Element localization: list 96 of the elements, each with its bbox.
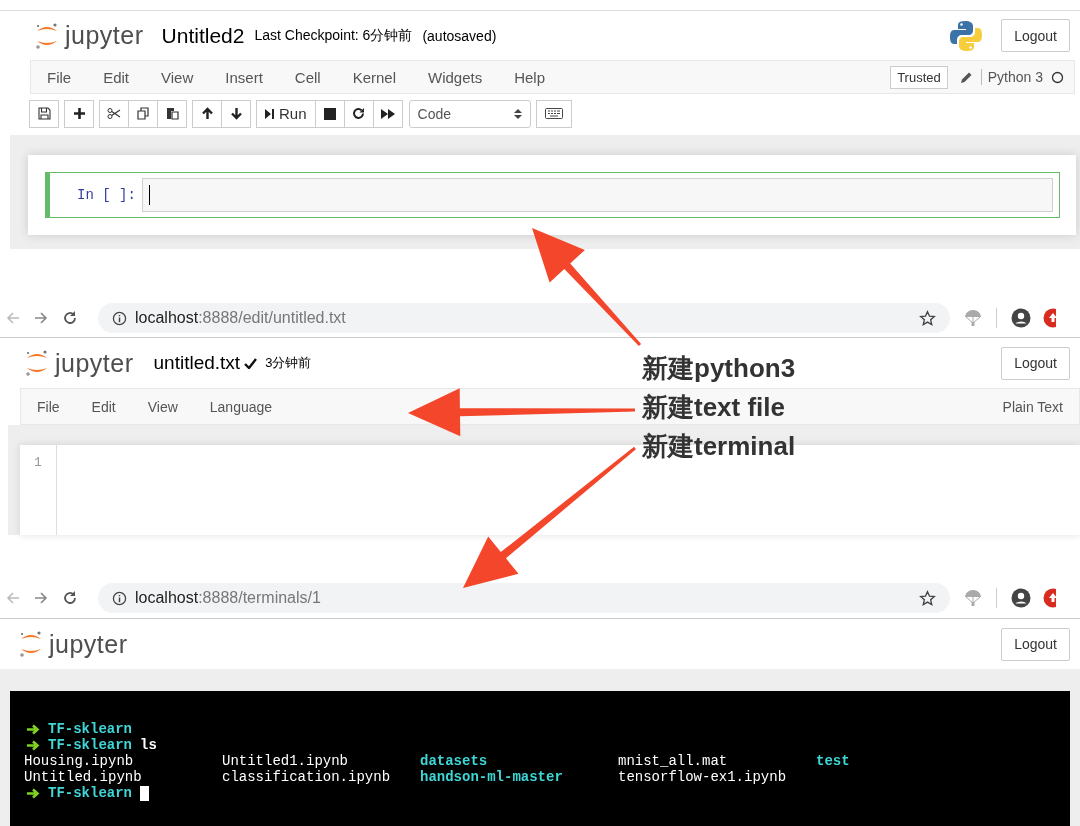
menu-item[interactable]: File: [47, 68, 72, 86]
forward-icon[interactable]: [34, 591, 48, 605]
move-up-button[interactable]: [192, 99, 222, 128]
account-icon[interactable]: [1011, 308, 1031, 328]
menu-item[interactable]: Language: [209, 398, 273, 415]
cell-type-dropdown[interactable]: Code: [408, 99, 531, 128]
logout-button[interactable]: Logout: [1001, 627, 1070, 661]
info-icon: [112, 310, 127, 326]
restart-icon: [352, 107, 366, 120]
kernel-idle-icon: [1051, 70, 1064, 84]
keyboard-shortcuts-button[interactable]: [535, 99, 572, 128]
step-icon: [265, 107, 275, 120]
trusted-indicator[interactable]: Trusted: [890, 65, 948, 89]
language-mode[interactable]: Plain Text: [1002, 398, 1063, 415]
stop-button[interactable]: [314, 99, 345, 128]
notebook-title[interactable]: Untitled2: [161, 23, 245, 48]
menu-item[interactable]: Cell: [294, 68, 321, 86]
arrow-up-icon: [200, 107, 214, 120]
fast-forward-button[interactable]: [372, 99, 403, 128]
kernel-name: Python 3: [980, 69, 1043, 85]
file-title[interactable]: untitled.txt: [153, 352, 241, 374]
forward-icon[interactable]: [34, 311, 48, 325]
file-name: mnist_all.mat: [618, 753, 729, 769]
add-cell-button[interactable]: [64, 99, 94, 128]
url-text: localhost:8888/edit/untitled.txt: [135, 309, 347, 327]
prompt-arrow-icon: [26, 723, 40, 735]
menu-item[interactable]: Edit: [91, 398, 116, 415]
line-number: 1: [34, 455, 42, 470]
autosave-status: (autosaved): [422, 27, 497, 44]
dropdown-arrows-icon: [513, 107, 522, 120]
menu-item[interactable]: Edit: [103, 68, 130, 86]
menu-item[interactable]: Widgets: [428, 68, 483, 86]
checkpoint-text: Last Checkpoint: 6分钟前: [254, 26, 413, 45]
check-icon: [244, 357, 258, 369]
paste-button[interactable]: [157, 99, 187, 128]
menu-item[interactable]: Kernel: [352, 68, 396, 86]
file-name: Housing.ipynb: [24, 753, 135, 769]
save-icon: [37, 107, 51, 120]
run-button[interactable]: Run: [256, 99, 316, 128]
logout-button[interactable]: Logout: [1001, 19, 1070, 52]
reload-icon[interactable]: [62, 310, 78, 326]
copy-icon: [136, 107, 150, 120]
extension-icon[interactable]: [1043, 308, 1056, 328]
address-bar[interactable]: localhost:8888/terminals/1: [98, 583, 950, 613]
paste-icon: [165, 107, 179, 120]
star-icon[interactable]: [919, 589, 936, 607]
directory-name: test: [816, 753, 851, 769]
prompt-directory: TF-sklearn: [48, 721, 132, 737]
code-input-field[interactable]: [141, 178, 1053, 212]
cut-button[interactable]: [99, 99, 129, 128]
menu-item[interactable]: File: [37, 398, 60, 415]
code-cell[interactable]: In [ ]:: [45, 172, 1060, 218]
directory-name: datasets: [420, 753, 489, 769]
restart-button[interactable]: [343, 99, 374, 128]
annotation-label: 新建text file: [642, 391, 787, 424]
file-name: tensorflow-ex1.ipynb: [618, 769, 788, 785]
prompt-arrow-icon: [26, 739, 40, 751]
extension-icon[interactable]: [1043, 588, 1056, 608]
text-cursor: [148, 185, 150, 205]
file-name: Untitled.ipynb: [24, 769, 143, 785]
scissors-icon: [107, 107, 121, 120]
account-icon[interactable]: [1011, 588, 1031, 608]
jupyter-logo-text: jupyter: [55, 348, 134, 378]
menu-item[interactable]: Insert: [225, 68, 263, 86]
plus-icon: [72, 107, 86, 120]
file-name: Untitled1.ipynb: [222, 753, 350, 769]
jupyter-logo-text: jupyter: [65, 21, 144, 50]
prompt-directory: TF-sklearn: [48, 737, 132, 753]
copy-button[interactable]: [128, 99, 158, 128]
terminal-command: ls: [140, 737, 157, 753]
star-icon[interactable]: [919, 309, 936, 327]
saved-time: 3分钟前: [265, 354, 312, 372]
prompt-directory: TF-sklearn: [48, 785, 132, 801]
annotation-label: 新建python3: [642, 352, 796, 385]
keyboard-icon: [544, 108, 563, 119]
file-name: classification.ipynb: [222, 769, 392, 785]
address-bar[interactable]: localhost:8888/edit/untitled.txt: [98, 303, 950, 333]
fast-forward-icon: [380, 107, 395, 120]
menu-item[interactable]: View: [161, 68, 194, 86]
cell-prompt: In [ ]:: [77, 187, 136, 203]
python-logo-icon: [949, 18, 984, 53]
reload-icon[interactable]: [62, 590, 78, 606]
url-text: localhost:8888/terminals/1: [135, 589, 322, 607]
terminal-window[interactable]: TF-sklearn TF-sklearn ls Housing.ipynb Untitled1.ipynb datasets mnist_all.mat test Untitled.ipynb classification.ipynb handson-ml-master tensorflow-ex1.ipynb TF-sklearn: [10, 691, 1070, 826]
directory-name: handson-ml-master: [420, 769, 564, 785]
pencil-icon[interactable]: [959, 70, 973, 84]
info-icon: [112, 590, 127, 606]
logout-button[interactable]: Logout: [1001, 346, 1070, 380]
move-down-button[interactable]: [221, 99, 251, 128]
menu-item[interactable]: Help: [514, 68, 546, 86]
menu-item[interactable]: View: [147, 398, 178, 415]
stop-icon: [323, 107, 336, 120]
prompt-arrow-icon: [26, 787, 40, 799]
arrow-down-icon: [229, 107, 243, 120]
save-button[interactable]: [29, 99, 59, 128]
jupyter-logo-text: jupyter: [49, 629, 128, 659]
